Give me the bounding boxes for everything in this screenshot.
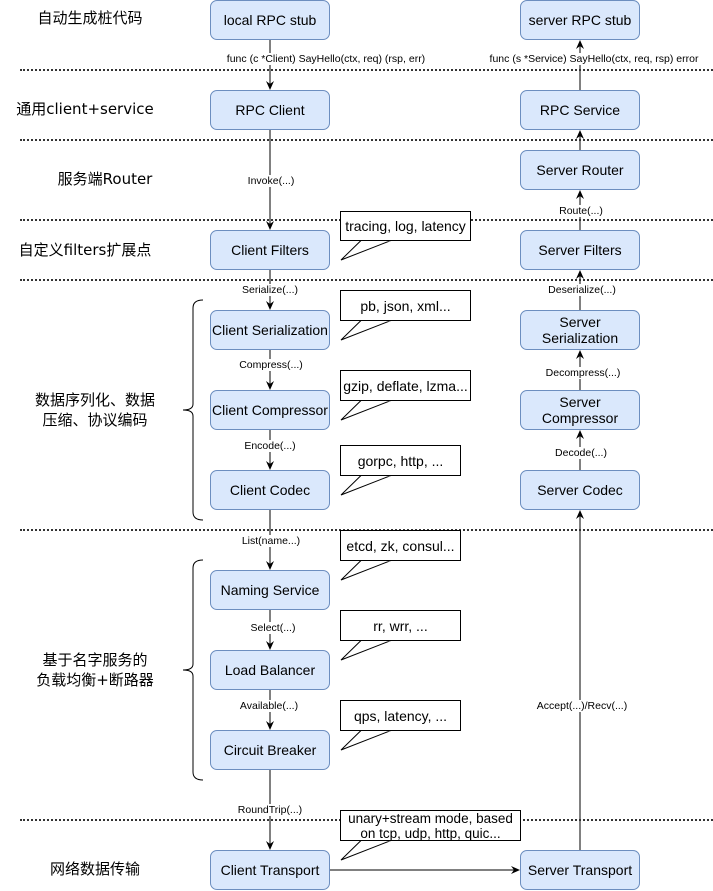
callout-naming: etcd, zk, consul...	[340, 530, 461, 561]
callout-tail	[340, 475, 392, 496]
edge-label-decompress: Decompress(...)	[544, 367, 622, 379]
node-server-codec[interactable]: Server Codec	[520, 470, 640, 510]
edge-label-roundtrip: RoundTrip(...)	[236, 804, 304, 816]
node-client-codec[interactable]: Client Codec	[210, 470, 330, 510]
edge-label-route: Route(...)	[558, 205, 604, 217]
callout-tail	[340, 400, 392, 421]
callout-codec: gorpc, http, ...	[340, 445, 461, 476]
callout-transport: unary+stream mode, based on tcp, udp, ht…	[340, 810, 521, 841]
node-server-rpc-stub[interactable]: server RPC stub	[520, 0, 640, 40]
edge-label-select: Select(...)	[249, 622, 297, 634]
layer-label-codec: 数据序列化、数据 压缩、协议编码	[34, 391, 155, 429]
layer-label-naming: 基于名字服务的 负载均衡+断路器	[36, 651, 154, 689]
node-local-rpc-stub[interactable]: local RPC stub	[210, 0, 330, 40]
layer-label-filters: 自定义filters扩展点	[18, 241, 152, 259]
edge-label-deserialize: Deserialize(...)	[547, 284, 617, 296]
node-client-compressor[interactable]: Client Compressor	[210, 390, 330, 430]
node-server-serialization[interactable]: Server Serialization	[520, 310, 640, 350]
edge-label-list-name: List(name...)	[240, 535, 302, 547]
node-load-balancer[interactable]: Load Balancer	[210, 650, 330, 690]
layer-separator	[20, 69, 713, 71]
edge-label-decode: Decode(...)	[554, 447, 608, 459]
layer-label-transport: 网络数据传输	[49, 860, 140, 878]
callout-tail	[340, 320, 392, 341]
node-server-filters[interactable]: Server Filters	[520, 230, 640, 270]
callout-tail	[340, 560, 392, 581]
node-circuit-breaker[interactable]: Circuit Breaker	[210, 730, 330, 770]
layer-label-stub: 自动生成桩代码	[37, 9, 143, 27]
callout-tail	[340, 240, 392, 261]
callout-filters: tracing, log, latency	[340, 211, 471, 241]
edge-label-sayhello-server: func (s *Service) SayHello(ctx, req, rsp…	[488, 53, 700, 65]
edge-label-invoke: Invoke(...)	[246, 175, 296, 187]
callout-tail	[340, 730, 392, 751]
callout-circuit-breaker: qps, latency, ...	[340, 700, 461, 731]
edge-label-compress: Compress(...)	[238, 359, 304, 371]
callout-serialization: pb, json, xml...	[340, 290, 471, 321]
edge-label-serialize: Serialize(...)	[240, 284, 300, 296]
node-client-serialization[interactable]: Client Serialization	[210, 310, 330, 350]
callout-tail	[340, 640, 392, 661]
layer-label-client-service: 通用client+service	[16, 100, 154, 118]
edge-label-encode: Encode(...)	[243, 440, 297, 452]
rpc-architecture-diagram: 自动生成桩代码 通用client+service 服务端Router 自定义fi…	[0, 0, 713, 891]
edge-label-accept-recv: Accept(...)/Recv(...)	[535, 700, 629, 712]
layer-separator	[20, 279, 713, 281]
node-rpc-service[interactable]: RPC Service	[520, 90, 640, 130]
node-server-compressor[interactable]: Server Compressor	[520, 390, 640, 430]
layer-label-router: 服务端Router	[57, 170, 153, 188]
brace-naming	[182, 559, 204, 781]
layer-separator	[20, 139, 713, 141]
node-server-router[interactable]: Server Router	[520, 150, 640, 190]
node-client-transport[interactable]: Client Transport	[210, 850, 330, 890]
node-client-filters[interactable]: Client Filters	[210, 230, 330, 270]
callout-compressor: gzip, deflate, lzma...	[340, 370, 471, 401]
callout-load-balancer: rr, wrr, ...	[340, 610, 461, 641]
brace-codec	[182, 299, 204, 521]
node-naming-service[interactable]: Naming Service	[210, 570, 330, 610]
callout-tail	[340, 840, 392, 861]
node-rpc-client[interactable]: RPC Client	[210, 90, 330, 130]
edge-label-available: Available(...)	[238, 700, 300, 712]
edge-label-sayhello-client: func (c *Client) SayHello(ctx, req) (rsp…	[225, 53, 427, 65]
node-server-transport[interactable]: Server Transport	[520, 850, 640, 890]
